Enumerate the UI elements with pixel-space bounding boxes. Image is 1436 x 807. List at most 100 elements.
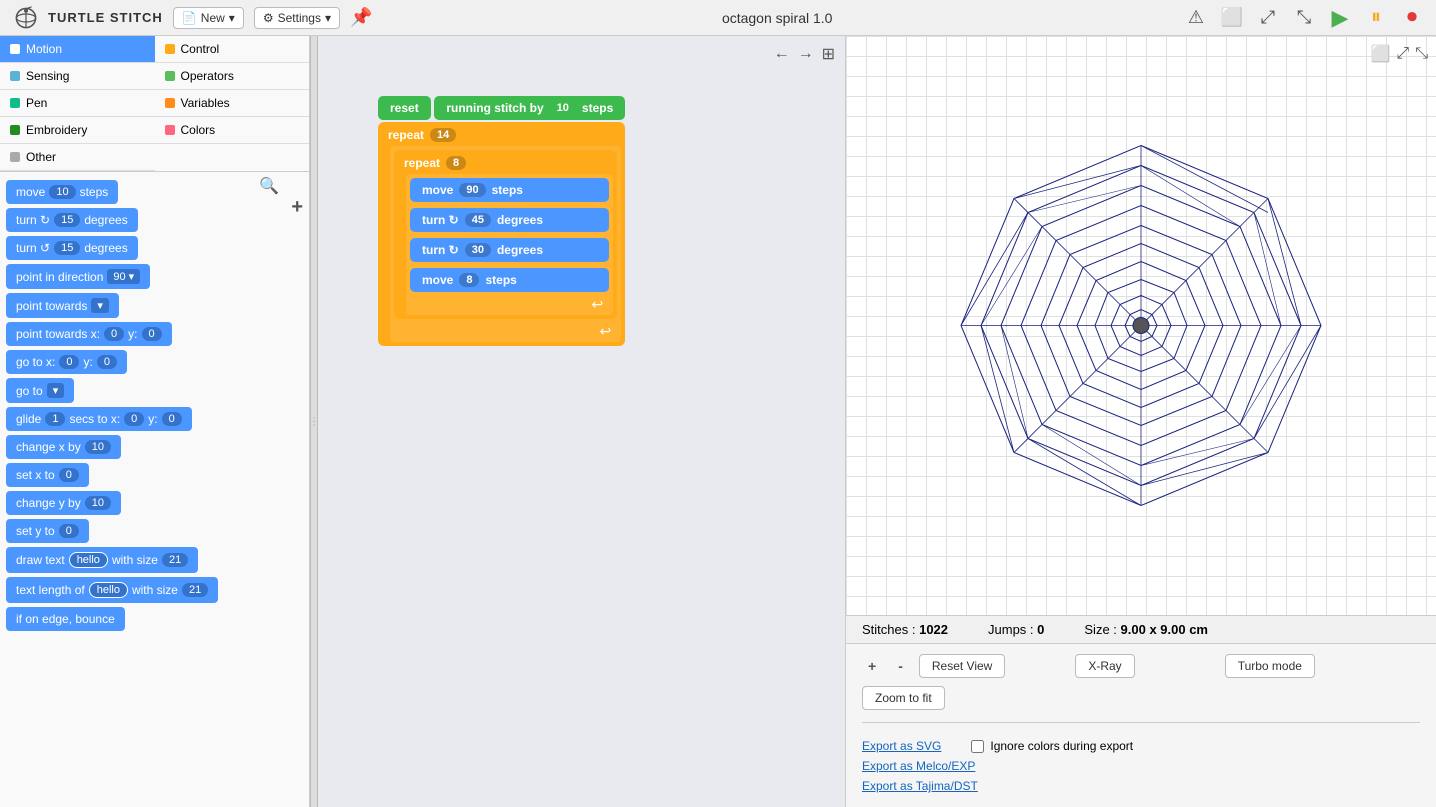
category-embroidery-label: Embroidery <box>26 123 87 137</box>
category-control[interactable]: Control <box>155 36 310 63</box>
outer-repeat-value[interactable]: 14 <box>430 128 456 142</box>
script-turn30-value[interactable]: 30 <box>465 243 491 257</box>
export-tajima-link[interactable]: Export as Tajima/DST <box>862 779 978 793</box>
run-button[interactable]: ▶ <box>1326 4 1354 32</box>
x-ray-button[interactable]: X-Ray <box>1075 654 1134 678</box>
export-svg-link[interactable]: Export as SVG <box>862 739 941 753</box>
script-move8-block[interactable]: move 8 steps <box>410 268 609 292</box>
script-inner-repeat[interactable]: repeat 8 move 90 steps <box>394 150 617 319</box>
inner-repeat-value[interactable]: 8 <box>446 156 466 170</box>
point-towards-dropdown[interactable]: ▾ <box>91 298 109 313</box>
set-y-value[interactable]: 0 <box>59 524 79 538</box>
go-to-block[interactable]: go to ▾ <box>6 378 74 403</box>
zoom-to-fit-button[interactable]: Zoom to fit <box>862 686 945 710</box>
category-motion[interactable]: Motion <box>0 36 155 63</box>
grid-button[interactable]: ⊞ <box>822 44 835 64</box>
category-colors[interactable]: Colors <box>155 117 310 144</box>
script-reset-block[interactable]: reset <box>378 96 431 120</box>
script-move8-value[interactable]: 8 <box>459 273 479 287</box>
glide-x[interactable]: 0 <box>124 412 144 426</box>
go-to-y-value[interactable]: 0 <box>97 355 117 369</box>
zoom-in-button[interactable]: + <box>862 656 882 676</box>
script-running-stitch-block[interactable]: running stitch by 10 steps <box>434 96 625 120</box>
text-length-size[interactable]: 21 <box>182 583 208 597</box>
script-outer-repeat[interactable]: repeat 14 repeat 8 move <box>378 122 625 346</box>
reset-view-button[interactable]: Reset View <box>919 654 1005 678</box>
change-y-label: change y by <box>16 496 81 510</box>
script-move90-value[interactable]: 90 <box>459 183 485 197</box>
settings-label: Settings <box>278 11 321 25</box>
new-button[interactable]: 📄 New ▾ <box>173 7 244 29</box>
glide-y[interactable]: 0 <box>162 412 182 426</box>
category-pen[interactable]: Pen <box>0 90 155 117</box>
outer-repeat-label: repeat <box>388 128 424 142</box>
pin-button[interactable]: 📌 <box>350 7 372 28</box>
text-length-block[interactable]: text length of hello with size 21 <box>6 577 218 603</box>
point-towards-y-value[interactable]: 0 <box>142 327 162 341</box>
ignore-colors-checkbox[interactable] <box>971 740 984 753</box>
draw-text-size[interactable]: 21 <box>162 553 188 567</box>
redo-button[interactable]: → <box>798 44 814 64</box>
change-y-value[interactable]: 10 <box>85 496 111 510</box>
set-y-block[interactable]: set y to 0 <box>6 519 89 543</box>
text-length-val1[interactable]: hello <box>89 582 128 598</box>
change-x-block[interactable]: change x by 10 <box>6 435 121 459</box>
embroidery-preview <box>846 36 1436 615</box>
category-other[interactable]: Other <box>0 144 155 171</box>
settings-button[interactable]: ⚙ Settings ▾ <box>254 7 340 29</box>
view-fit-button[interactable]: ⤡ <box>1415 44 1428 64</box>
category-sensing[interactable]: Sensing <box>0 63 155 90</box>
view-expand-button[interactable]: ⤢ <box>1396 44 1409 64</box>
category-operators[interactable]: Operators <box>155 63 310 90</box>
add-button[interactable]: + <box>291 196 303 219</box>
change-x-label: change x by <box>16 440 81 454</box>
turn-cw-value[interactable]: 15 <box>54 213 80 227</box>
turbo-mode-button[interactable]: Turbo mode <box>1225 654 1315 678</box>
warning-button[interactable]: ⚠ <box>1182 4 1210 32</box>
script-move90-block[interactable]: move 90 steps <box>410 178 609 202</box>
fullscreen-button[interactable]: ⤡ <box>1290 4 1318 32</box>
if-on-edge-block[interactable]: if on edge, bounce <box>6 607 125 631</box>
change-x-value[interactable]: 10 <box>85 440 111 454</box>
draw-text-block[interactable]: draw text hello with size 21 <box>6 547 198 573</box>
script-stitch-value[interactable]: 10 <box>550 101 576 115</box>
script-turn45-block[interactable]: turn ↻ 45 degrees <box>410 208 609 232</box>
stop-button[interactable]: ⏺ <box>1398 4 1426 32</box>
turn-ccw-block[interactable]: turn ↺ 15 degrees <box>6 236 138 260</box>
category-variables[interactable]: Variables <box>155 90 310 117</box>
view-monitor-button[interactable]: ⬜ <box>1370 44 1390 64</box>
glide-val1[interactable]: 1 <box>45 412 65 426</box>
set-x-value[interactable]: 0 <box>59 468 79 482</box>
script-turn30-block[interactable]: turn ↻ 30 degrees <box>410 238 609 262</box>
turn-cw-block[interactable]: turn ↻ 15 degrees <box>6 208 138 232</box>
point-towards-x-value[interactable]: 0 <box>104 327 124 341</box>
go-to-dropdown[interactable]: ▾ <box>47 383 65 398</box>
pause-button[interactable]: ⏸ <box>1362 4 1390 32</box>
go-to-x-value[interactable]: 0 <box>59 355 79 369</box>
search-button[interactable]: 🔍 <box>259 176 279 196</box>
left-scrollbar[interactable]: ⋮ <box>310 36 318 807</box>
export-row-1: Export as SVG Ignore colors during expor… <box>862 739 1420 753</box>
point-towards-xy-block[interactable]: point towards x: 0 y: 0 <box>6 322 172 346</box>
move-block[interactable]: move 10 steps <box>6 180 118 204</box>
ignore-colors-label[interactable]: Ignore colors during export <box>971 739 1133 753</box>
glide-block[interactable]: glide 1 secs to x: 0 y: 0 <box>6 407 192 431</box>
go-to-xy-block[interactable]: go to x: 0 y: 0 <box>6 350 127 374</box>
category-embroidery[interactable]: Embroidery <box>0 117 155 144</box>
undo-button[interactable]: ← <box>774 44 790 64</box>
expand-button[interactable]: ⤢ <box>1254 4 1282 32</box>
export-melco-link[interactable]: Export as Melco/EXP <box>862 759 975 773</box>
point-dir-block[interactable]: point in direction 90 ▾ <box>6 264 150 289</box>
category-control-dot <box>165 44 175 54</box>
change-y-block[interactable]: change y by 10 <box>6 491 121 515</box>
script-turn45-value[interactable]: 45 <box>465 213 491 227</box>
draw-text-val1[interactable]: hello <box>69 552 108 568</box>
view-icons: ⬜ ⤢ ⤡ <box>1370 44 1428 64</box>
point-dir-dropdown[interactable]: 90 ▾ <box>107 269 140 284</box>
set-x-block[interactable]: set x to 0 <box>6 463 89 487</box>
point-towards-block[interactable]: point towards ▾ <box>6 293 119 318</box>
monitor-button[interactable]: ⬜ <box>1218 4 1246 32</box>
move-value[interactable]: 10 <box>49 185 75 199</box>
zoom-out-button[interactable]: - <box>892 656 909 676</box>
turn-ccw-value[interactable]: 15 <box>54 241 80 255</box>
